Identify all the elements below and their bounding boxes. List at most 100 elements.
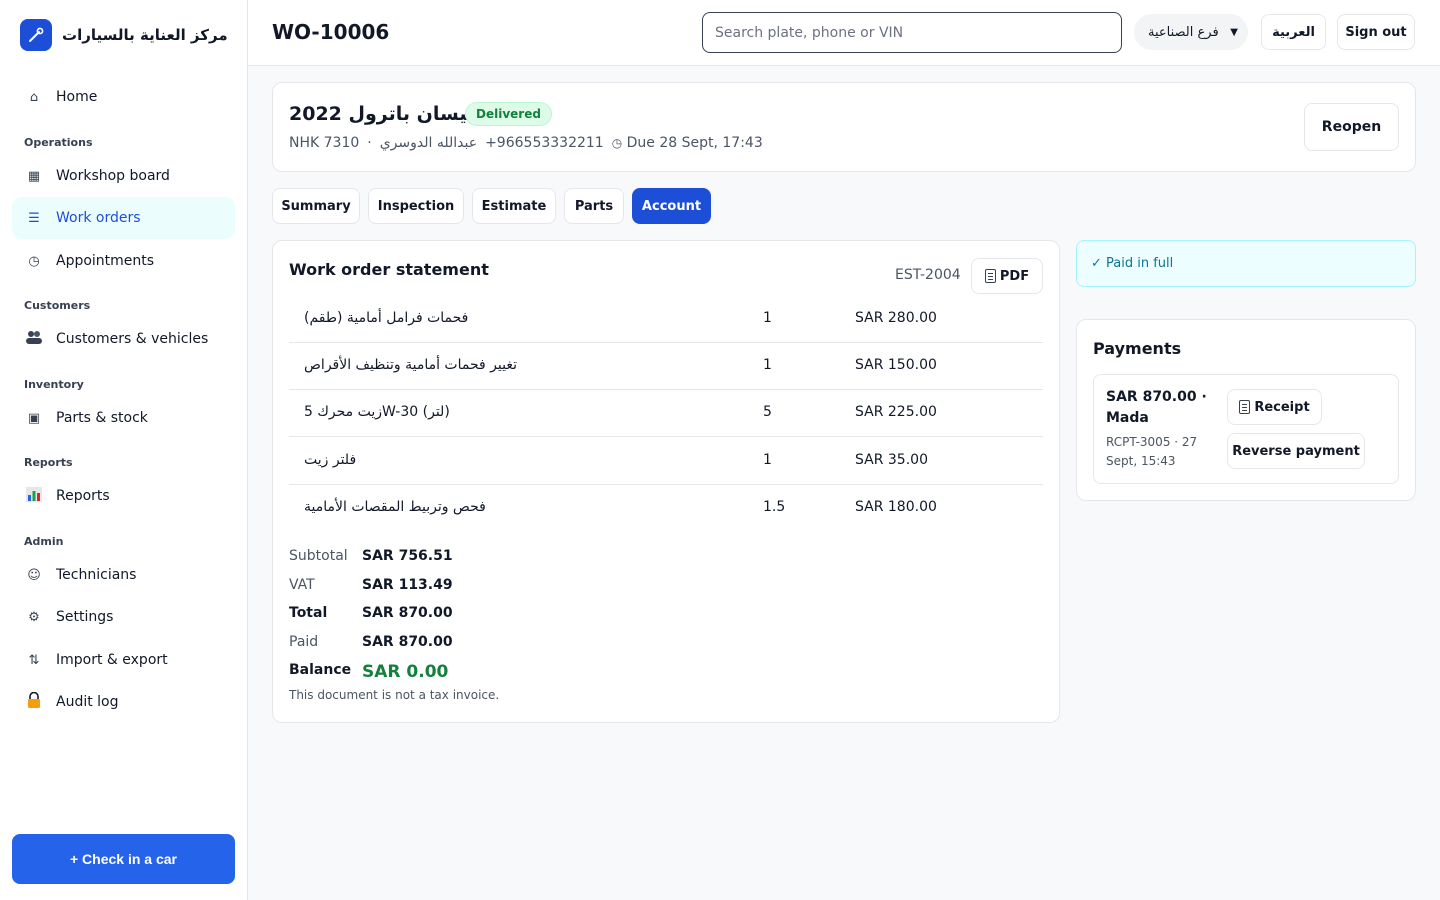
- sign-out-button[interactable]: Sign out: [1337, 14, 1415, 50]
- tab-inspection[interactable]: Inspection: [368, 188, 464, 224]
- chevron-down-icon: ▼: [1230, 26, 1238, 38]
- sidebar-item-import-export[interactable]: ⇅ Import & export: [12, 639, 235, 681]
- line-quantity: 1: [763, 357, 772, 373]
- sidebar-item-reports[interactable]: Reports: [12, 475, 235, 517]
- sidebar-item-label: Parts & stock: [56, 410, 148, 426]
- sidebar-item-technicians[interactable]: ☺ Technicians: [12, 554, 235, 596]
- estimate-ref: EST-2004: [895, 267, 961, 283]
- vat-label: VAT: [289, 577, 315, 593]
- sidebar-item-audit-log[interactable]: Audit log: [12, 681, 235, 723]
- sidebar-item-label: Home: [56, 89, 98, 105]
- paid-in-full-banner: ✓ Paid in full: [1076, 240, 1416, 287]
- tab-parts[interactable]: Parts: [564, 188, 624, 224]
- vehicle-meta: NHK 7310 · عبدالله الدوسري +966553332211…: [289, 135, 763, 151]
- pdf-button[interactable]: PDF: [971, 258, 1043, 294]
- sidebar-item-label: Customers & vehicles: [56, 331, 209, 347]
- sidebar-item-label: Reports: [56, 488, 110, 504]
- sidebar-item-label: Audit log: [56, 694, 119, 710]
- tab-account[interactable]: Account: [632, 188, 711, 224]
- document-icon: [1239, 400, 1251, 414]
- search-input[interactable]: [702, 12, 1122, 53]
- subtotal-label: Subtotal: [289, 548, 348, 564]
- line-amount: SAR 150.00: [855, 357, 937, 373]
- sidebar-item-label: Appointments: [56, 253, 155, 269]
- line-amount: SAR 280.00: [855, 310, 937, 326]
- gear-icon: ⚙: [28, 609, 40, 625]
- sidebar-section-operations: Operations: [24, 136, 93, 149]
- due-date: ◷ Due 28 Sept, 17:43: [612, 135, 763, 151]
- home-icon: ⌂: [29, 89, 39, 105]
- balance-label: Balance: [289, 662, 352, 678]
- line-quantity: 1.5: [763, 499, 786, 515]
- document-icon: [984, 269, 996, 283]
- subtotal-value: SAR 756.51: [362, 548, 453, 564]
- sidebar-item-customers-vehicles[interactable]: Customers & vehicles: [12, 318, 235, 360]
- branch-select[interactable]: فرع الصناعية ▼: [1134, 14, 1248, 50]
- payment-reference: RCPT-3005 · 27 Sept, 15:43: [1106, 435, 1198, 468]
- sidebar-item-label: Import & export: [56, 652, 168, 668]
- sidebar-section-customers: Customers: [24, 299, 91, 312]
- sidebar-item-label: Settings: [56, 609, 114, 625]
- table-row: تغيير فحمات أمامية وتنظيف الأقراص 1 SAR …: [289, 343, 1043, 390]
- sidebar: مركز العناية بالسيارات ⌂ Home Operations…: [0, 0, 248, 900]
- sidebar-item-label: Technicians: [56, 567, 137, 583]
- line-description: فحص وتربيط المقصات الأمامية: [304, 499, 486, 515]
- table-row: زيت محرك 5W-30 (لتر) 5 SAR 225.00: [289, 390, 1043, 437]
- sidebar-item-settings[interactable]: ⚙ Settings: [12, 596, 235, 638]
- line-description: زيت محرك 5W-30 (لتر): [304, 404, 450, 420]
- table-row: فلتر زيت 1 SAR 35.00: [289, 438, 1043, 485]
- due-text: Due 28 Sept, 17:43: [626, 135, 763, 151]
- customer-phone: +966553332211: [485, 135, 604, 151]
- lock-icon: [26, 691, 42, 712]
- total-label: Total: [289, 605, 328, 621]
- sidebar-section-reports: Reports: [24, 456, 73, 469]
- reopen-button[interactable]: Reopen: [1304, 103, 1399, 151]
- people-icon: [26, 330, 42, 348]
- payments-title: Payments: [1093, 339, 1182, 358]
- line-amount: SAR 180.00: [855, 499, 937, 515]
- table-row: فحمات فرامل أمامية (طقم) 1 SAR 280.00: [289, 296, 1043, 343]
- pdf-button-label: PDF: [999, 268, 1030, 284]
- sidebar-item-workshop-board[interactable]: ▦ Workshop board: [12, 155, 235, 197]
- statement-card: Work order statement EST-2004 PDF فحمات …: [272, 240, 1060, 723]
- wrench-logo-icon: [20, 19, 52, 51]
- reverse-payment-button[interactable]: Reverse payment: [1227, 433, 1365, 469]
- sidebar-section-admin: Admin: [24, 535, 64, 548]
- receipt-button[interactable]: Receipt: [1227, 389, 1322, 425]
- tab-summary[interactable]: Summary: [272, 188, 360, 224]
- list-icon: ☰: [28, 210, 40, 226]
- sidebar-item-parts-stock[interactable]: ▣ Parts & stock: [12, 397, 235, 439]
- tax-note: This document is not a tax invoice.: [289, 688, 500, 702]
- top-header: WO-10006 فرع الصناعية ▼ العربية Sign out: [248, 0, 1440, 66]
- brand[interactable]: مركز العناية بالسيارات: [20, 19, 228, 51]
- payments-card: Payments SAR 870.00 · Mada RCPT-3005 · 2…: [1076, 319, 1416, 501]
- branch-select-value: فرع الصناعية: [1148, 24, 1219, 40]
- sidebar-item-appointments[interactable]: ◷ Appointments: [12, 240, 235, 282]
- line-quantity: 5: [763, 404, 772, 420]
- vehicle-title: نيسان باترول 2022: [289, 103, 475, 125]
- chart-icon: [26, 486, 42, 506]
- vehicle-card: نيسان باترول 2022 Delivered NHK 7310 · ع…: [272, 82, 1416, 172]
- sidebar-item-label: Work orders: [56, 210, 141, 226]
- tab-estimate[interactable]: Estimate: [472, 188, 556, 224]
- vat-value: SAR 113.49: [362, 577, 453, 593]
- receipt-button-label: Receipt: [1254, 399, 1310, 415]
- line-amount: SAR 225.00: [855, 404, 937, 420]
- paid-label: Paid: [289, 634, 319, 650]
- brand-name: مركز العناية بالسيارات: [62, 26, 228, 44]
- status-badge: Delivered: [465, 102, 552, 126]
- line-quantity: 1: [763, 310, 772, 326]
- payment-item: SAR 870.00 · Mada RCPT-3005 · 27 Sept, 1…: [1093, 374, 1399, 484]
- line-quantity: 1: [763, 452, 772, 468]
- box-icon: ▣: [27, 410, 41, 426]
- smile-icon: ☺: [27, 567, 41, 583]
- vehicle-plate: NHK 7310: [289, 135, 360, 151]
- customer-name: عبدالله الدوسري: [379, 135, 478, 151]
- check-in-car-button[interactable]: + Check in a car: [12, 834, 235, 884]
- line-description: فحمات فرامل أمامية (طقم): [304, 310, 469, 326]
- language-button[interactable]: العربية: [1261, 14, 1326, 50]
- page-title: WO-10006: [272, 20, 390, 44]
- sidebar-item-work-orders[interactable]: ☰ Work orders: [12, 197, 235, 239]
- sidebar-item-home[interactable]: ⌂ Home: [12, 76, 235, 118]
- statement-title: Work order statement: [289, 260, 489, 279]
